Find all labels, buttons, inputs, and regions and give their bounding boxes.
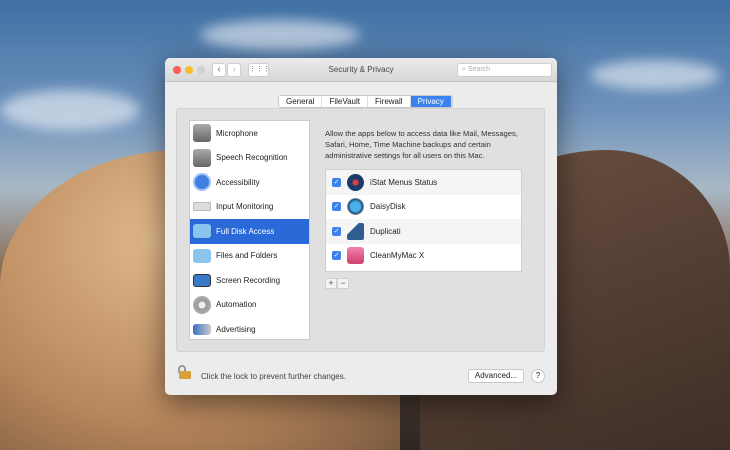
- lock-status-text: Click the lock to prevent further change…: [201, 372, 346, 381]
- sidebar-item-full-disk-access[interactable]: Full Disk Access: [190, 219, 309, 244]
- app-name: DaisyDisk: [370, 202, 406, 212]
- help-button[interactable]: ?: [531, 369, 545, 383]
- remove-app-button[interactable]: −: [337, 278, 349, 289]
- tab-privacy[interactable]: Privacy: [410, 96, 452, 107]
- sidebar-item-advertising[interactable]: Advertising: [190, 317, 309, 342]
- app-checkbox[interactable]: ✓: [332, 251, 341, 261]
- daisydisk-icon: [347, 198, 364, 216]
- istat-menus-icon: [347, 173, 364, 191]
- microphone-icon: [193, 124, 211, 143]
- app-checkbox[interactable]: ✓: [332, 202, 341, 212]
- tab-bar: General FileVault Firewall Privacy: [278, 95, 453, 108]
- tab-general[interactable]: General: [279, 96, 323, 107]
- duplicati-icon: [347, 222, 364, 240]
- sidebar-item-label: Files and Folders: [216, 251, 278, 261]
- advanced-button[interactable]: Advanced...: [468, 369, 524, 383]
- list-item[interactable]: ✓ iStat Menus Status: [326, 170, 521, 195]
- sidebar-item-label: Input Monitoring: [216, 202, 274, 212]
- list-item[interactable]: ✓ CleanMyMac X: [326, 244, 521, 269]
- sidebar-item-label: Accessibility: [216, 177, 260, 187]
- sidebar-item-label: Screen Recording: [216, 275, 281, 285]
- gear-icon: [193, 295, 211, 314]
- lock-icon[interactable]: [178, 365, 191, 379]
- tab-filevault[interactable]: FileVault: [322, 96, 368, 107]
- title-bar: ‹ › ⋮⋮⋮ Security & Privacy ⌕ Search: [165, 58, 557, 82]
- folder-icon: [193, 248, 211, 263]
- sidebar-item-input-monitoring[interactable]: Input Monitoring: [190, 195, 309, 220]
- sidebar-item-automation[interactable]: Automation: [190, 293, 309, 318]
- sidebar-item-label: Automation: [216, 300, 257, 310]
- search-placeholder: Search: [467, 66, 491, 73]
- sidebar-item-label: Speech Recognition: [216, 153, 288, 163]
- sidebar-item-label: Full Disk Access: [216, 226, 275, 236]
- add-app-button[interactable]: +: [325, 278, 337, 289]
- sidebar-item-speech-recognition[interactable]: Speech Recognition: [190, 146, 309, 171]
- list-item[interactable]: ✓ Duplicati: [326, 219, 521, 244]
- cleanmymac-icon: [347, 247, 364, 265]
- app-list[interactable]: ✓ iStat Menus Status ✓ DaisyDisk ✓ Duplicat…: [325, 169, 522, 272]
- search-input[interactable]: ⌕ Search: [457, 63, 552, 77]
- folder-icon: [193, 224, 211, 239]
- sidebar-item-label: Microphone: [216, 128, 258, 138]
- megaphone-icon: [193, 323, 211, 335]
- privacy-category-list[interactable]: Microphone Speech Recognition Accessibil…: [189, 120, 310, 340]
- security-privacy-window: ‹ › ⋮⋮⋮ Security & Privacy ⌕ Search Gene…: [165, 58, 557, 395]
- list-item[interactable]: ✓ DaisyDisk: [326, 195, 521, 220]
- cloud: [0, 90, 140, 130]
- monitor-icon: [193, 273, 211, 287]
- keyboard-icon: [193, 202, 211, 212]
- app-checkbox[interactable]: ✓: [332, 177, 341, 187]
- sidebar-item-screen-recording[interactable]: Screen Recording: [190, 268, 309, 293]
- full-disk-access-description: Allow the apps below to access data like…: [325, 129, 518, 160]
- app-checkbox[interactable]: ✓: [332, 226, 341, 236]
- app-name: Duplicati: [370, 226, 401, 236]
- cloud: [590, 60, 720, 90]
- tab-firewall[interactable]: Firewall: [368, 96, 411, 107]
- accessibility-icon: [193, 173, 211, 192]
- cloud: [200, 20, 360, 50]
- sidebar-item-label: Advertising: [216, 324, 256, 334]
- sidebar-item-accessibility[interactable]: Accessibility: [190, 170, 309, 195]
- sidebar-item-files-and-folders[interactable]: Files and Folders: [190, 244, 309, 269]
- microphone-icon: [193, 148, 211, 167]
- app-name: iStat Menus Status: [370, 177, 438, 187]
- app-name: CleanMyMac X: [370, 251, 425, 261]
- sidebar-item-microphone[interactable]: Microphone: [190, 121, 309, 146]
